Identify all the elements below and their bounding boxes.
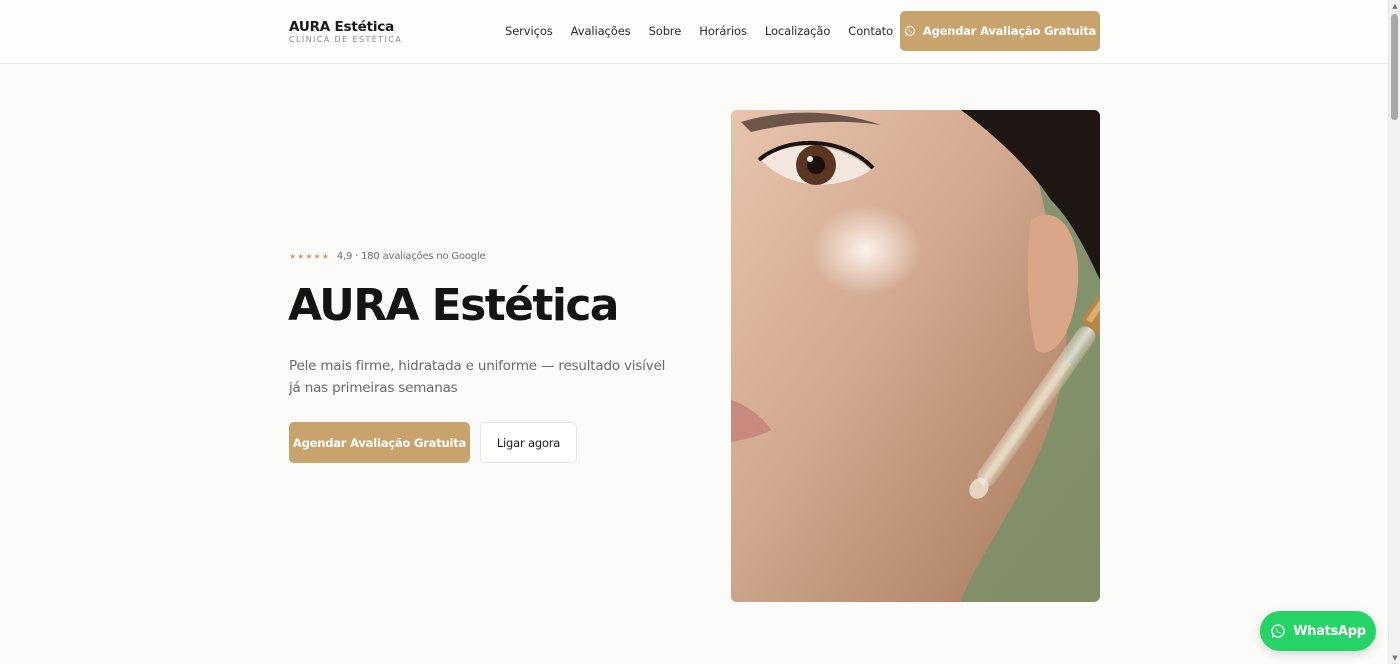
- logo-title: AURA Estética: [289, 19, 394, 35]
- call-now-button[interactable]: Ligar agora: [480, 422, 577, 463]
- page: AURA Estética CLÍNICA DE ESTÉTICA Serviç…: [0, 0, 1400, 664]
- nav-link-horarios[interactable]: Horários: [699, 24, 747, 38]
- whatsapp-icon: [1271, 624, 1285, 638]
- nav-link-sobre[interactable]: Sobre: [649, 24, 682, 38]
- hero-image: [731, 110, 1100, 602]
- header-schedule-button[interactable]: Agendar Avaliação Gratuita: [900, 11, 1100, 51]
- nav-link-servicos[interactable]: Serviços: [505, 24, 553, 38]
- logo-subtitle: CLÍNICA DE ESTÉTICA: [289, 35, 403, 44]
- whatsapp-float-label: WhatsApp: [1293, 623, 1366, 639]
- logo[interactable]: AURA Estética CLÍNICA DE ESTÉTICA: [289, 19, 402, 44]
- schedule-evaluation-button[interactable]: Agendar Avaliação Gratuita: [289, 422, 470, 463]
- header-cta-label: Agendar Avaliação Gratuita: [922, 24, 1097, 38]
- nav-link-localizacao[interactable]: Localização: [765, 24, 830, 38]
- rating-stars: ★★★★★: [289, 252, 330, 261]
- rating-text: 4,9 · 180 avaliações no Google: [336, 251, 486, 262]
- vertical-scrollbar[interactable]: ▲ ▼: [1388, 0, 1400, 664]
- whatsapp-icon: [904, 26, 915, 36]
- scroll-up-arrow-icon[interactable]: ▲: [1389, 0, 1400, 12]
- nav-link-contato[interactable]: Contato: [848, 24, 893, 38]
- nav-link-avaliacoes[interactable]: Avaliações: [571, 24, 631, 38]
- google-rating: ★★★★★ 4,9 · 180 avaliações no Google: [289, 251, 486, 262]
- scroll-down-arrow-icon[interactable]: ▼: [1389, 652, 1400, 664]
- scrollbar-thumb[interactable]: [1391, 14, 1398, 120]
- hero-description: Pele mais firme, hidratada e uniforme — …: [289, 358, 666, 396]
- hero-title: AURA Estética: [288, 280, 619, 331]
- site-header: AURA Estética CLÍNICA DE ESTÉTICA Serviç…: [0, 0, 1388, 64]
- main-nav: Serviços Avaliações Sobre Horários Local…: [505, 24, 893, 38]
- whatsapp-float-button[interactable]: WhatsApp: [1260, 611, 1376, 651]
